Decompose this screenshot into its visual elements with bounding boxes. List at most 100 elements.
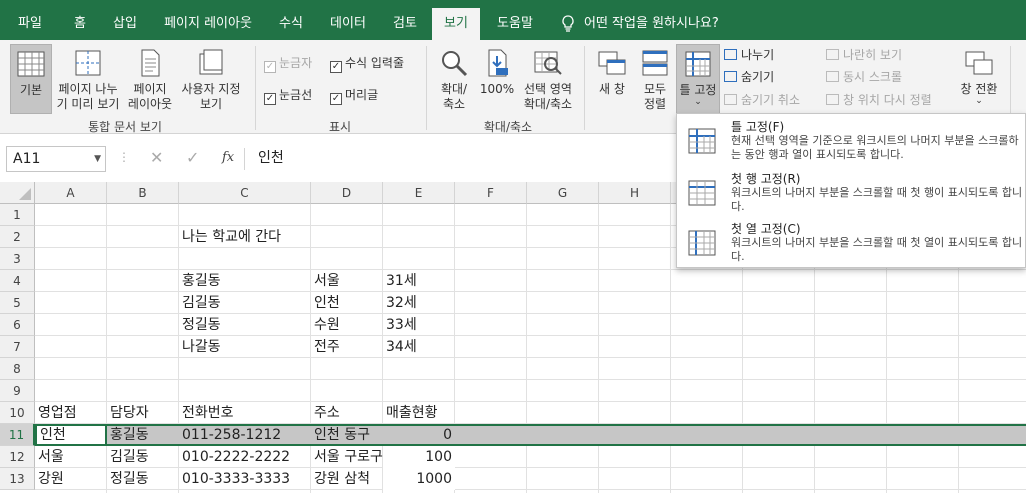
tab-formulas[interactable]: 수식 — [270, 8, 312, 40]
page-break-icon — [75, 50, 101, 76]
cell-c7[interactable]: 나갈동 — [179, 336, 311, 358]
cell-c5[interactable]: 김길동 — [179, 292, 311, 314]
side-by-side-icon — [826, 49, 839, 60]
headings-checkbox[interactable]: ✓ 머리글 — [330, 88, 378, 105]
switch-windows-icon — [965, 51, 993, 75]
row-header[interactable]: 12 — [0, 446, 35, 468]
freeze-panes-menu: 틀 고정(F) 현재 선택 영역을 기준으로 워크시트의 나머지 부분을 스크롤… — [676, 113, 1026, 268]
column-header[interactable]: B — [107, 182, 179, 204]
reset-position-icon — [826, 94, 839, 105]
row-header[interactable]: 2 — [0, 226, 35, 248]
insert-function-icon[interactable]: fx — [222, 150, 234, 165]
switch-windows-button[interactable]: 창 전환 ⌄ — [954, 44, 1004, 114]
cell-d4[interactable]: 서울 — [311, 270, 383, 292]
cell-e4[interactable]: 31세 — [383, 270, 455, 292]
new-window-button[interactable]: 새 창 — [592, 44, 632, 114]
cell-b10[interactable]: 담당자 — [107, 402, 179, 424]
row-header[interactable]: 8 — [0, 358, 35, 380]
cell-e7[interactable]: 34세 — [383, 336, 455, 358]
cancel-icon[interactable]: ✕ — [150, 148, 163, 167]
title-bar — [0, 0, 1026, 8]
row-header[interactable]: 4 — [0, 270, 35, 292]
column-header[interactable]: H — [599, 182, 671, 204]
cell-d11[interactable]: 인천 동구 — [311, 424, 383, 446]
arrange-all-button[interactable]: 모두 정렬 — [636, 44, 674, 114]
cell-b11[interactable]: 홍길동 — [107, 424, 179, 446]
row-header[interactable]: 1 — [0, 204, 35, 226]
column-header[interactable]: G — [527, 182, 599, 204]
column-header[interactable]: A — [35, 182, 107, 204]
tab-view[interactable]: 보기 — [432, 8, 480, 40]
cell-e13[interactable]: 1000 — [383, 468, 455, 490]
zoom-100-button[interactable]: 100% — [478, 44, 516, 114]
cell-d5[interactable]: 인천 — [311, 292, 383, 314]
cell-c13[interactable]: 010-3333-3333 — [179, 468, 311, 490]
row-header[interactable]: 3 — [0, 248, 35, 270]
column-header[interactable]: F — [455, 182, 527, 204]
zoom-selection-icon — [534, 51, 562, 75]
split-button[interactable]: 나누기 — [724, 48, 774, 63]
tab-file[interactable]: 파일 — [8, 8, 52, 40]
chevron-down-icon[interactable]: ▼ — [94, 147, 101, 171]
row-header[interactable]: 9 — [0, 380, 35, 402]
row-header[interactable]: 7 — [0, 336, 35, 358]
cell-d7[interactable]: 전주 — [311, 336, 383, 358]
column-header[interactable]: C — [179, 182, 311, 204]
cell-c12[interactable]: 010-2222-2222 — [179, 446, 311, 468]
menu-item-freeze-panes[interactable]: 틀 고정(F) 현재 선택 영역을 기준으로 워크시트의 나머지 부분을 스크롤… — [677, 116, 1025, 166]
cell-d13[interactable]: 강원 삼척 — [311, 468, 383, 490]
lightbulb-icon[interactable] — [556, 8, 580, 40]
tab-data[interactable]: 데이터 — [322, 8, 374, 40]
cell-d10[interactable]: 주소 — [311, 402, 383, 424]
cell-c11[interactable]: 011-258-1212 — [179, 424, 311, 446]
menu-item-freeze-first-column[interactable]: 첫 열 고정(C) 워크시트의 나머지 부분을 스크롤할 때 첫 열이 표시되도… — [677, 218, 1025, 268]
cell-c2[interactable]: 나는 학교에 간다 — [179, 226, 311, 248]
cell-b13[interactable]: 정길동 — [107, 468, 179, 490]
zoom-button[interactable]: 확대/ 축소 — [434, 44, 474, 114]
cell-e12[interactable]: 100 — [383, 446, 455, 468]
formula-bar-checkbox[interactable]: ✓ 수식 입력줄 — [330, 56, 404, 73]
row-header[interactable]: 13 — [0, 468, 35, 490]
cell-a11[interactable]: 인천 — [37, 424, 105, 446]
normal-view-icon — [17, 51, 45, 77]
menu-item-freeze-top-row[interactable]: 첫 행 고정(R) 워크시트의 나머지 부분을 스크롤할 때 첫 행이 표시되도… — [677, 168, 1025, 218]
row-header-selected[interactable]: 11 — [0, 424, 35, 446]
cell-a10[interactable]: 영업점 — [35, 402, 107, 424]
freeze-panes-button[interactable]: 틀 고정 ⌄ — [676, 44, 720, 114]
name-box[interactable]: A11 ▼ — [6, 146, 106, 172]
column-header[interactable]: E — [383, 182, 455, 204]
cell-e6[interactable]: 33세 — [383, 314, 455, 336]
zoom-to-selection-button[interactable]: 선택 영역 확대/축소 — [518, 44, 578, 114]
cell-d12[interactable]: 서울 구로구 — [311, 446, 383, 468]
tell-me-search[interactable]: 어떤 작업을 원하시나요? — [584, 8, 724, 40]
cell-b12[interactable]: 김길동 — [107, 446, 179, 468]
cell-a13[interactable]: 강원 — [35, 468, 107, 490]
cell-e10[interactable]: 매출현황 — [383, 402, 455, 424]
tab-review[interactable]: 검토 — [384, 8, 426, 40]
row-header[interactable]: 6 — [0, 314, 35, 336]
cell-c10[interactable]: 전화번호 — [179, 402, 311, 424]
tab-page-layout[interactable]: 페이지 레이아웃 — [156, 8, 260, 40]
page-break-preview-button[interactable]: 페이지 나누 기 미리 보기 — [54, 44, 122, 114]
cell-c6[interactable]: 정길동 — [179, 314, 311, 336]
cell-c4[interactable]: 홍길동 — [179, 270, 311, 292]
custom-views-button[interactable]: 사용자 지정 보기 — [178, 44, 244, 114]
cell-e5[interactable]: 32세 — [383, 292, 455, 314]
freeze-top-row-icon — [688, 180, 716, 206]
gridlines-checkbox[interactable]: ✓ 눈금선 — [264, 88, 312, 105]
cell-a12[interactable]: 서울 — [35, 446, 107, 468]
hide-icon — [724, 71, 737, 82]
page-layout-button[interactable]: 페이지 레이아웃 — [124, 44, 176, 114]
cell-e11[interactable]: 0 — [383, 424, 455, 446]
row-header[interactable]: 10 — [0, 402, 35, 424]
select-all-corner[interactable] — [0, 182, 35, 204]
column-header[interactable]: D — [311, 182, 383, 204]
tab-insert[interactable]: 삽입 — [104, 8, 146, 40]
hide-button[interactable]: 숨기기 — [724, 70, 774, 85]
tab-help[interactable]: 도움말 — [486, 8, 544, 40]
enter-icon[interactable]: ✓ — [186, 148, 199, 167]
tab-home[interactable]: 홈 — [60, 8, 100, 40]
normal-view-button[interactable]: 기본 — [10, 44, 52, 114]
row-header[interactable]: 5 — [0, 292, 35, 314]
cell-d6[interactable]: 수원 — [311, 314, 383, 336]
